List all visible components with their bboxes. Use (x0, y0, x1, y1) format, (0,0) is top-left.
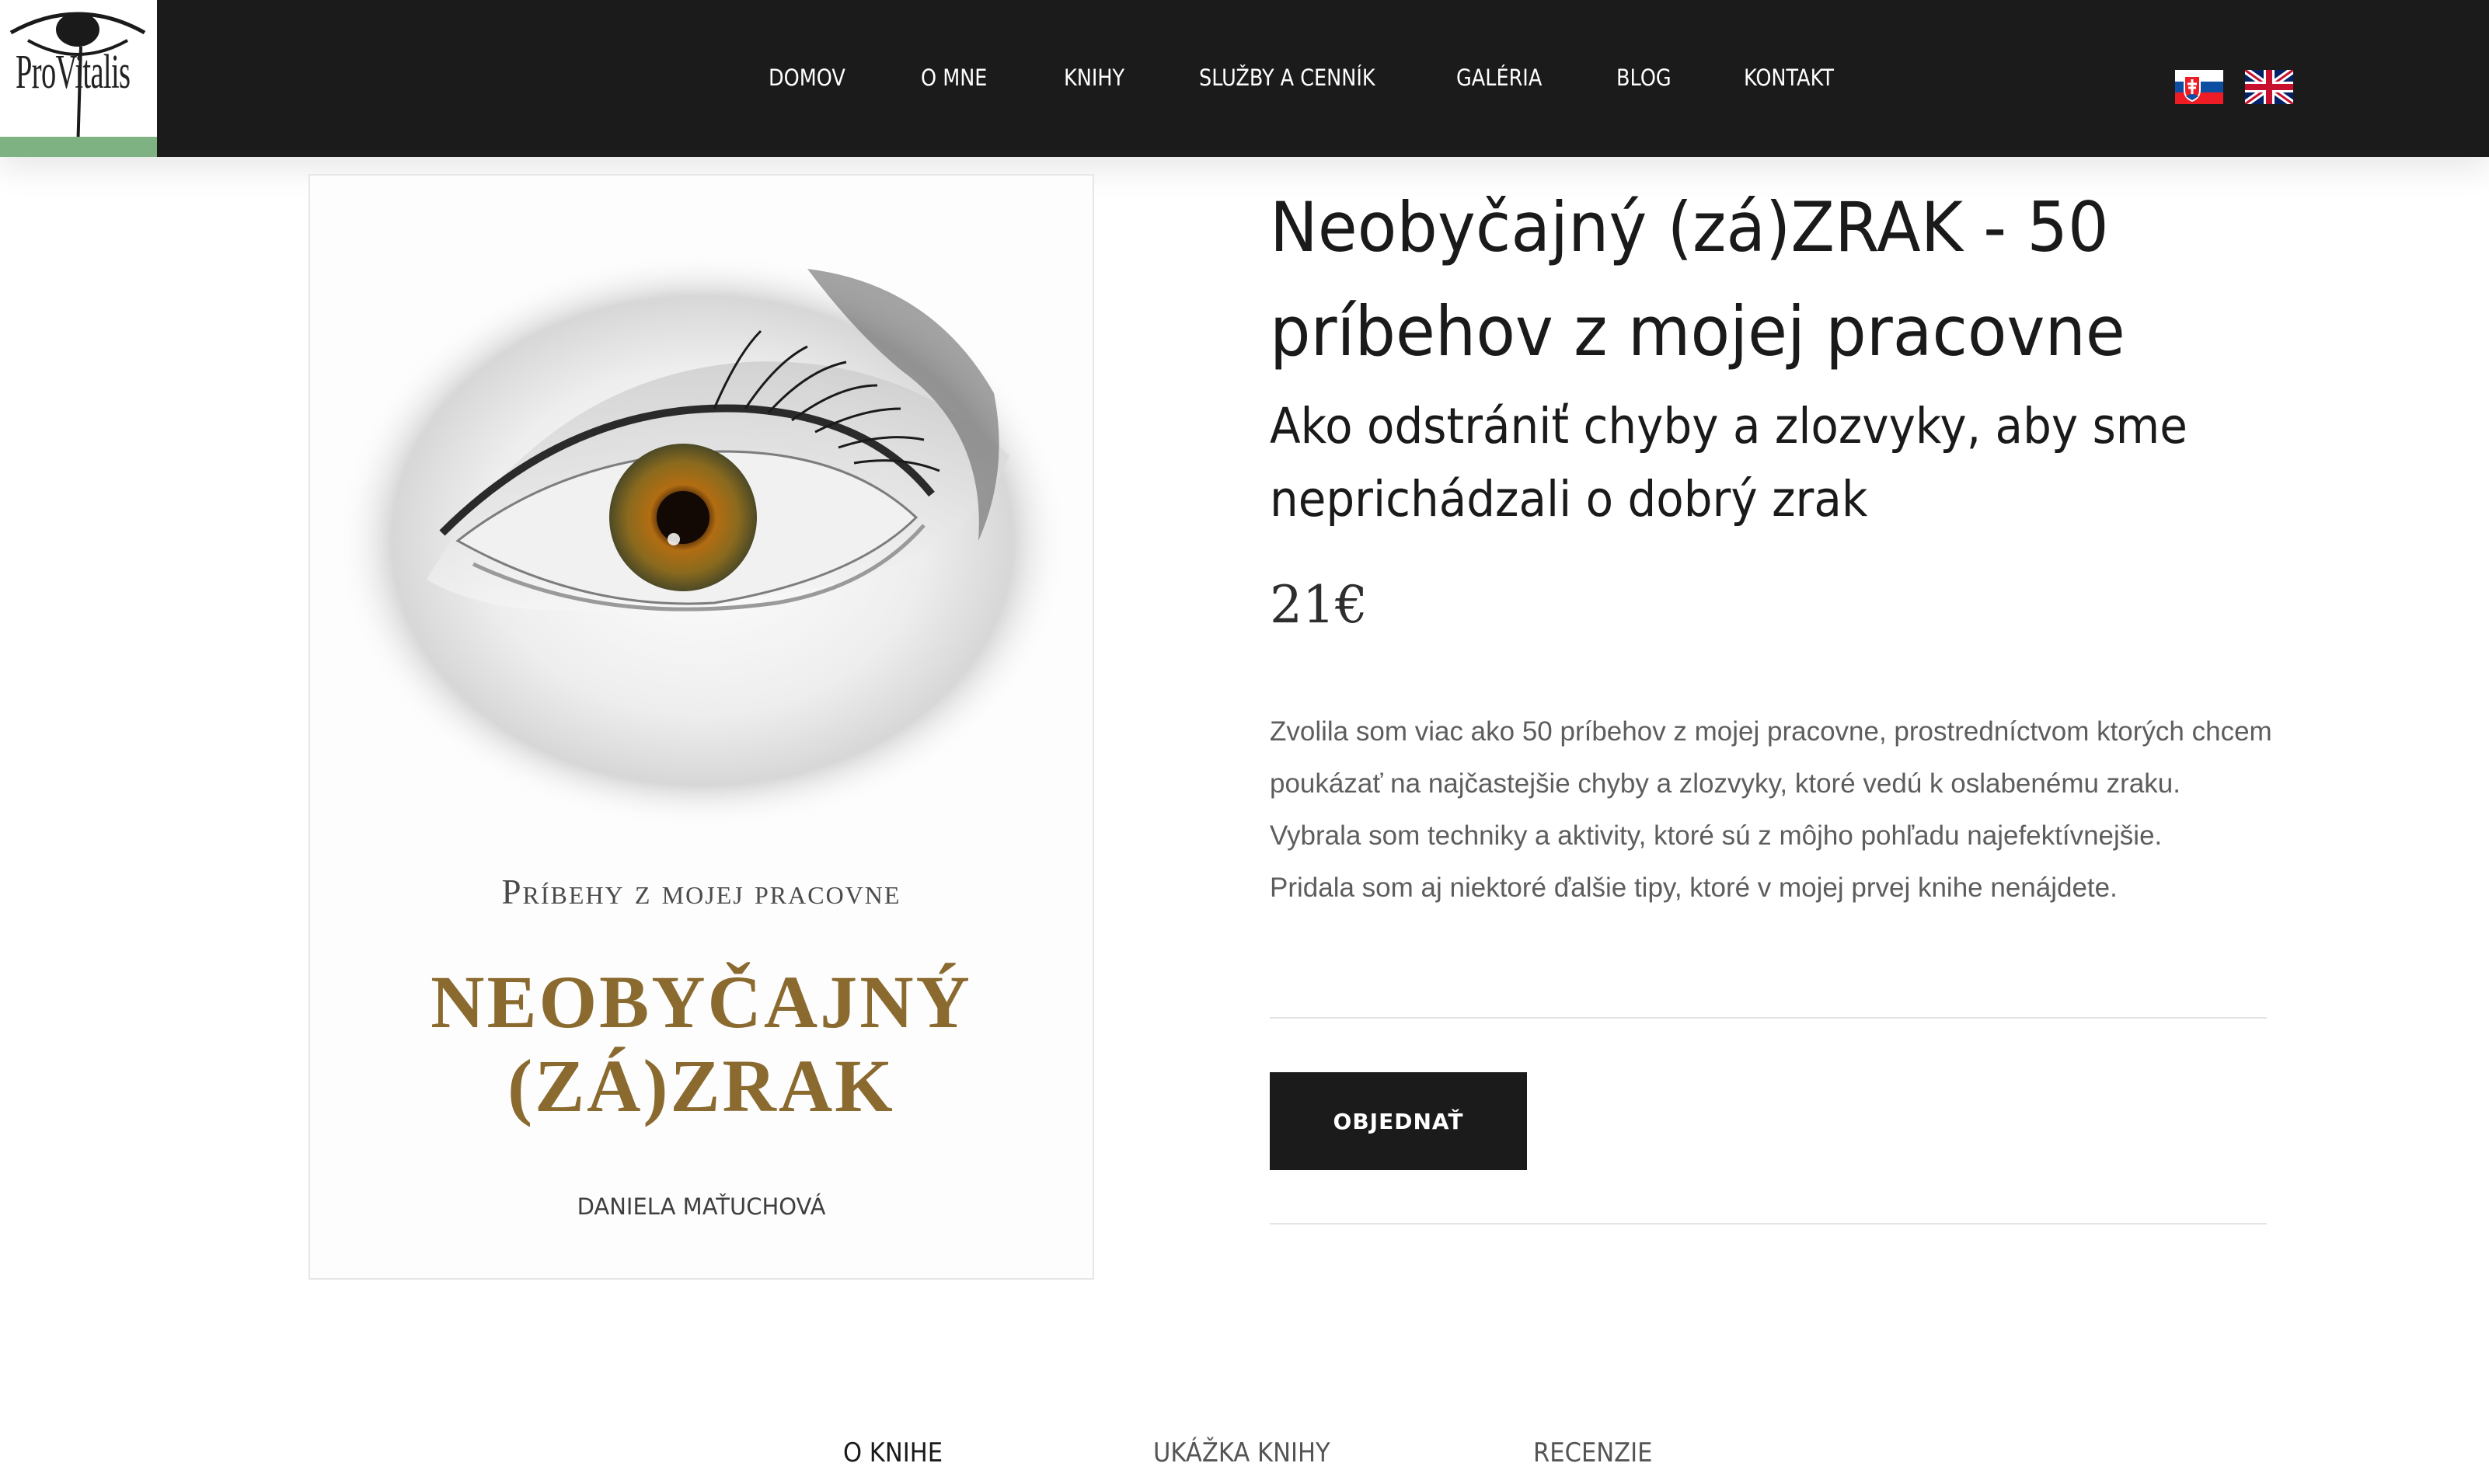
cover-series-label: Príbehy z mojej pracovne (501, 873, 901, 911)
product-title: Neobyčajný (zá)ZRAK - 50 príbehov z moje… (1270, 187, 2125, 371)
nav-item-o-mne[interactable]: O MNE (921, 62, 987, 93)
uk-flag-icon[interactable] (2245, 70, 2293, 104)
tab-o-knihe[interactable]: O KNIHE (843, 1434, 943, 1472)
eye-illustration (337, 253, 1068, 828)
main-nav: DOMOV O MNE KNIHY SLUŽBY A CENNÍK GALÉRI… (0, 0, 2489, 157)
nav-item-galeria[interactable]: GALÉRIA (1456, 62, 1542, 93)
book-cover-image[interactable]: Príbehy z mojej pracovne NEOBYČAJNÝ (ZÁ)… (309, 174, 1094, 1280)
nav-item-sluzby-a-cennik[interactable]: SLUŽBY A CENNÍK (1199, 62, 1375, 93)
divider (1270, 1223, 2267, 1224)
cover-author: DANIELA MAŤUCHOVÁ (577, 1193, 826, 1220)
nav-item-domov[interactable]: DOMOV (769, 62, 845, 93)
description-paragraph: Vybrala som techniky a aktivity, ktoré s… (1270, 820, 2163, 851)
tab-ukazka-knihy[interactable]: UKÁŽKA KNIHY (1153, 1434, 1330, 1472)
cover-title-line1: NEOBYČAJNÝ (431, 960, 972, 1043)
order-button[interactable]: OBJEDNAŤ (1270, 1072, 1527, 1170)
product-subtitle: Ako odstrániť chyby a zlozvyky, aby sme … (1270, 398, 2187, 528)
cover-title-line2: (ZÁ)ZRAK (507, 1044, 895, 1127)
product-description: Zvolila som viac ako 50 príbehov z mojej… (1270, 705, 2272, 914)
site-header: ProVitalis DOMOV O MNE KNIHY SLUŽBY A CE… (0, 0, 2489, 157)
slovak-flag-icon[interactable] (2175, 70, 2223, 104)
cover-title: NEOBYČAJNÝ (ZÁ)ZRAK (310, 960, 1093, 1128)
divider (1270, 1017, 2267, 1019)
nav-item-blog[interactable]: BLOG (1616, 62, 1672, 93)
tab-recenzie[interactable]: RECENZIE (1533, 1434, 1653, 1472)
product-price: 21€ (1270, 575, 1368, 635)
nav-item-kontakt[interactable]: KONTAKT (1744, 62, 1834, 93)
nav-item-knihy[interactable]: KNIHY (1064, 62, 1124, 93)
description-paragraph: Pridala som aj niektoré ďalšie tipy, kto… (1270, 873, 2118, 903)
description-paragraph: Zvolila som viac ako 50 príbehov z mojej… (1270, 716, 2272, 799)
